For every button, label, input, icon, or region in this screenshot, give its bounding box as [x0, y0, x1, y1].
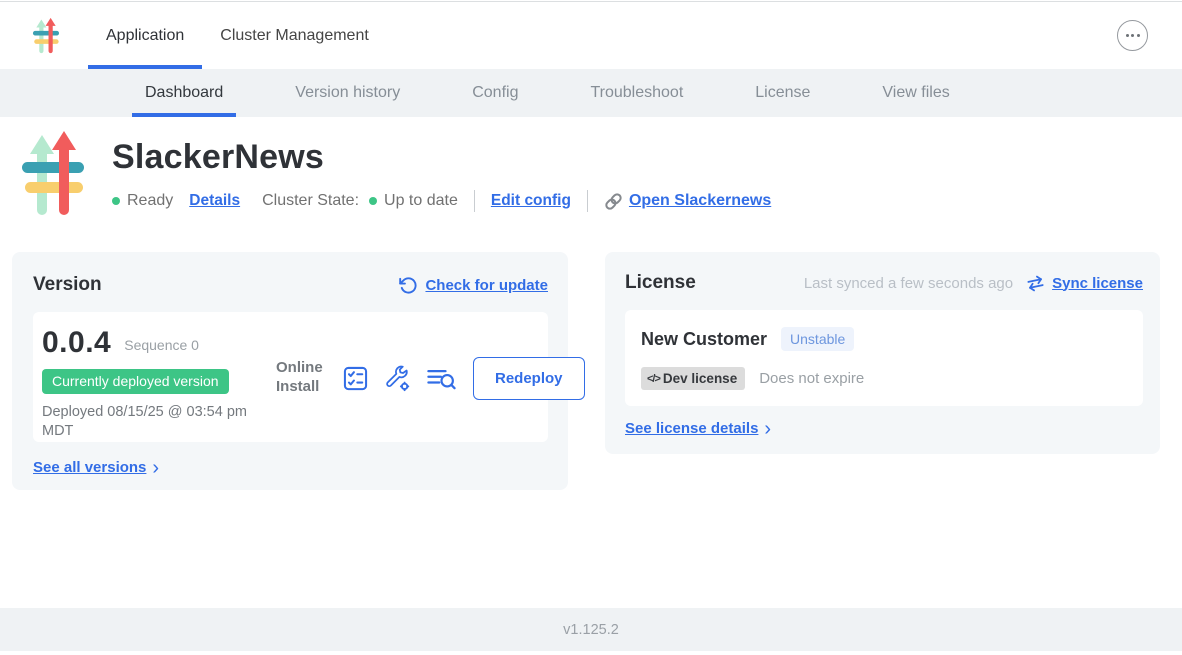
redeploy-button[interactable]: Redeploy — [473, 357, 585, 400]
console-version: v1.125.2 — [563, 622, 619, 638]
deployed-timestamp: Deployed 08/15/25 @ 03:54 pm MDT — [42, 403, 270, 441]
see-all-versions-link[interactable]: See all versions › — [33, 459, 548, 476]
header-tabs: Application Cluster Management — [88, 2, 387, 69]
see-license-details-link[interactable]: See license details › — [625, 420, 1143, 437]
admin-console-page: Application Cluster Management Dashboard… — [0, 0, 1182, 655]
page-title: SlackerNews — [112, 137, 771, 177]
subnav-tab-version-history[interactable]: Version history — [282, 69, 413, 117]
version-card: Version Check for update 0.0.4 Sequence … — [12, 252, 568, 490]
app-header: Application Cluster Management — [0, 2, 1182, 69]
subnav-tab-troubleshoot[interactable]: Troubleshoot — [577, 69, 696, 117]
app-status-dot — [112, 197, 120, 205]
dashboard-cards: Version Check for update 0.0.4 Sequence … — [0, 252, 1182, 490]
preflight-checks-icon[interactable] — [342, 365, 369, 392]
version-actions: Online Install — [276, 357, 585, 400]
tab-cluster-management-label: Cluster Management — [220, 27, 369, 45]
tab-application[interactable]: Application — [88, 2, 202, 69]
license-card-title: License — [625, 272, 696, 294]
chevron-right-icon: › — [152, 461, 159, 475]
version-card-header: Version Check for update — [33, 274, 548, 296]
status-details-link[interactable]: Details — [189, 192, 240, 210]
subnav-tab-config[interactable]: Config — [459, 69, 531, 117]
license-details-panel: New Customer Unstable </> Dev license Do… — [625, 310, 1143, 406]
sequence-label: Sequence 0 — [124, 337, 199, 353]
open-app-link-label: Open Slackernews — [629, 192, 771, 210]
check-for-update-label: Check for update — [425, 277, 548, 294]
last-synced-text: Last synced a few seconds ago — [804, 275, 1013, 292]
see-license-details-label: See license details — [625, 420, 758, 437]
license-type-label: Dev license — [663, 371, 737, 386]
chevron-right-icon: › — [764, 422, 771, 436]
cluster-state-label: Cluster State: — [262, 192, 359, 210]
tab-application-label: Application — [106, 27, 184, 45]
slackernews-logo-icon — [32, 17, 60, 54]
more-options-icon[interactable] — [1117, 20, 1148, 51]
open-app-link[interactable]: Open Slackernews — [604, 192, 771, 211]
slackernews-app-logo — [20, 129, 86, 217]
version-info: 0.0.4 Sequence 0 Currently deployed vers… — [42, 326, 274, 430]
app-status-row: Ready Details Cluster State: Up to date … — [112, 190, 771, 212]
code-icon: </> — [647, 373, 660, 385]
customer-name: New Customer — [641, 329, 767, 350]
cluster-state-dot — [369, 197, 377, 205]
sync-license-label: Sync license — [1052, 275, 1143, 292]
app-subnav: Dashboard Version history Config Trouble… — [0, 69, 1182, 117]
divider — [474, 190, 475, 212]
hero-text: SlackerNews Ready Details Cluster State:… — [112, 137, 771, 217]
subnav-tab-view-files[interactable]: View files — [869, 69, 962, 117]
subnav-tab-license[interactable]: License — [742, 69, 823, 117]
app-status-text: Ready — [127, 192, 173, 210]
divider — [587, 190, 588, 212]
channel-badge: Unstable — [781, 327, 854, 351]
view-files-icon[interactable] — [426, 366, 457, 391]
current-version-panel: 0.0.4 Sequence 0 Currently deployed vers… — [33, 312, 548, 442]
tab-cluster-management[interactable]: Cluster Management — [202, 2, 387, 69]
sync-license-link[interactable]: Sync license — [1026, 274, 1143, 293]
version-number: 0.0.4 — [42, 326, 111, 360]
edit-config-icon[interactable] — [384, 365, 411, 392]
chain-link-icon — [604, 192, 623, 211]
refresh-icon — [399, 276, 418, 295]
license-card-header: License Last synced a few seconds ago Sy… — [625, 272, 1143, 294]
expiration-text: Does not expire — [759, 370, 864, 387]
edit-config-link[interactable]: Edit config — [491, 192, 571, 210]
license-type-badge: </> Dev license — [641, 367, 745, 390]
see-all-versions-label: See all versions — [33, 459, 146, 476]
deployed-badge: Currently deployed version — [42, 369, 229, 394]
version-action-icons — [342, 365, 457, 392]
console-footer: v1.125.2 — [0, 608, 1182, 651]
cluster-state-value: Up to date — [384, 192, 458, 210]
sync-icon — [1024, 272, 1047, 295]
install-type-label: Online Install — [276, 359, 328, 397]
check-for-update-link[interactable]: Check for update — [399, 276, 548, 295]
subnav-tab-dashboard[interactable]: Dashboard — [132, 69, 236, 117]
version-card-title: Version — [33, 274, 102, 296]
license-card: License Last synced a few seconds ago Sy… — [605, 252, 1160, 454]
app-hero: SlackerNews Ready Details Cluster State:… — [0, 117, 1182, 217]
